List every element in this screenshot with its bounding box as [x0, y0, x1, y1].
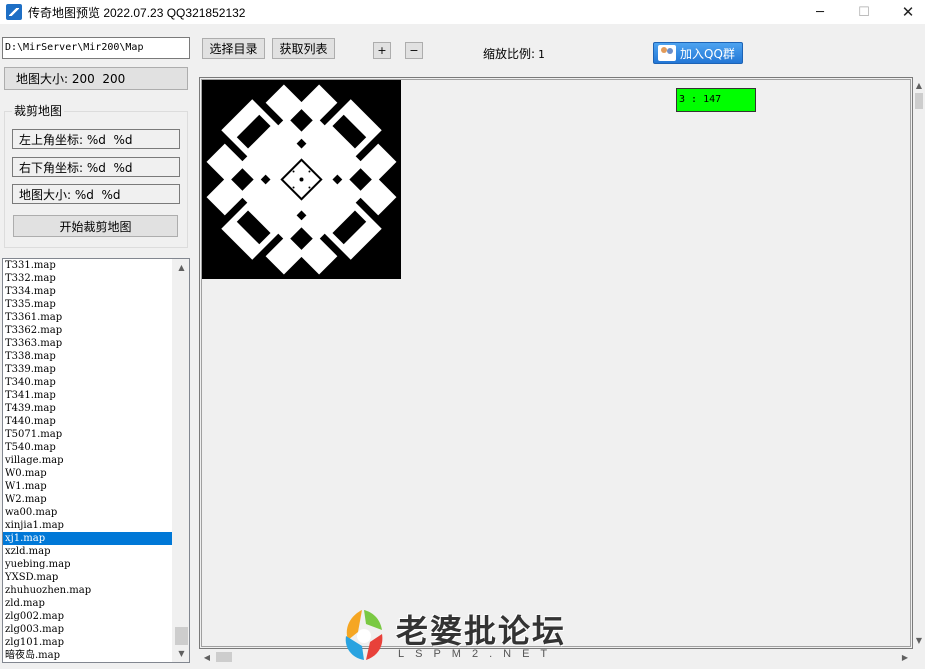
- file-list-item[interactable]: T439.map: [3, 402, 173, 415]
- forum-logo-icon: [345, 610, 383, 660]
- minimize-button[interactable]: ─: [797, 0, 843, 24]
- zoom-ratio: 缩放比例: 1: [483, 45, 545, 62]
- map-vertical-scrollbar[interactable]: ▲ ▼: [913, 77, 925, 649]
- file-list-item[interactable]: T331.map: [3, 259, 173, 272]
- file-list-scrollbar[interactable]: ▲ ▼: [172, 259, 189, 662]
- scroll-up-icon[interactable]: ▲: [913, 77, 925, 94]
- file-list-item[interactable]: T3361.map: [3, 311, 173, 324]
- file-list-item[interactable]: T339.map: [3, 363, 173, 376]
- map-file-list[interactable]: T331.map T332.map T334.map T335.map T3361.ma…: [2, 258, 190, 663]
- file-list-item[interactable]: xinjia1.map: [3, 519, 173, 532]
- select-directory-button[interactable]: 选择目录: [202, 38, 265, 59]
- file-list-item[interactable]: zld.map: [3, 597, 173, 610]
- join-qq-group-button[interactable]: 加入QQ群: [653, 42, 743, 64]
- file-list-item[interactable]: W1.map: [3, 480, 173, 493]
- zoom-ratio-value: 1: [538, 48, 545, 61]
- bottom-right-coord-field: 右下角坐标: %d %d: [12, 157, 180, 177]
- crop-size-field: 地图大小: %d %d: [12, 184, 180, 204]
- file-list-item[interactable]: T334.map: [3, 285, 173, 298]
- file-list-item[interactable]: zlg003.map: [3, 623, 173, 636]
- file-list-item[interactable]: xzld.map: [3, 545, 173, 558]
- file-list-item[interactable]: T3363.map: [3, 337, 173, 350]
- file-list-item[interactable]: T338.map: [3, 350, 173, 363]
- file-list-item[interactable]: T341.map: [3, 389, 173, 402]
- qq-group-icon: [658, 45, 676, 61]
- app-icon: [6, 4, 22, 20]
- fetch-list-button[interactable]: 获取列表: [272, 38, 335, 59]
- file-list-item[interactable]: T335.map: [3, 298, 173, 311]
- file-list-item[interactable]: zlg101.map: [3, 636, 173, 649]
- map-directory-input[interactable]: D:\MirServer\Mir200\Map: [2, 37, 190, 59]
- zoom-ratio-label: 缩放比例:: [483, 47, 536, 61]
- file-list-item[interactable]: xj1.map: [3, 532, 173, 545]
- window-title: 传奇地图预览 2022.07.23 QQ321852132: [28, 5, 246, 20]
- scroll-down-icon[interactable]: ▼: [173, 645, 189, 662]
- map-vertical-scroll-thumb[interactable]: [915, 93, 923, 109]
- top-left-coord-field: 左上角坐标: %d %d: [12, 129, 180, 149]
- map-size-display: 地图大小: 200 200: [4, 67, 188, 90]
- file-list-item[interactable]: T3362.map: [3, 324, 173, 337]
- file-list-item[interactable]: YXSD.map: [3, 571, 173, 584]
- file-list-scroll-thumb[interactable]: [175, 627, 188, 645]
- coordinate-readout: 3 : 147: [676, 88, 756, 112]
- scroll-down-icon[interactable]: ▼: [913, 632, 925, 649]
- file-list-item[interactable]: 暗夜岛.map: [3, 649, 173, 662]
- file-list-item[interactable]: W2.map: [3, 493, 173, 506]
- file-list-item[interactable]: T5071.map: [3, 428, 173, 441]
- file-list-item[interactable]: yuebing.map: [3, 558, 173, 571]
- close-button[interactable]: ✕: [885, 0, 925, 24]
- file-list-item[interactable]: T440.map: [3, 415, 173, 428]
- file-list-item[interactable]: T340.map: [3, 376, 173, 389]
- file-list-item[interactable]: zlg002.map: [3, 610, 173, 623]
- zoom-out-button[interactable]: −: [405, 42, 423, 59]
- scroll-right-icon[interactable]: ▶: [897, 649, 913, 665]
- file-list-item[interactable]: W0.map: [3, 467, 173, 480]
- title-bar: 传奇地图预览 2022.07.23 QQ321852132 ─ ☐ ✕: [0, 0, 925, 24]
- scroll-up-icon[interactable]: ▲: [173, 259, 189, 276]
- file-list-item[interactable]: wa00.map: [3, 506, 173, 519]
- watermark-subtext: LSPM2.NET: [398, 648, 559, 660]
- map-horizontal-scroll-thumb[interactable]: [216, 652, 232, 662]
- zoom-in-button[interactable]: +: [373, 42, 391, 59]
- maximize-button[interactable]: ☐: [841, 0, 887, 24]
- join-qq-group-label: 加入QQ群: [680, 46, 735, 61]
- map-file-items: T331.map T332.map T334.map T335.map T3361.ma…: [3, 259, 173, 662]
- file-list-item[interactable]: T332.map: [3, 272, 173, 285]
- scroll-left-icon[interactable]: ◀: [199, 649, 215, 665]
- start-crop-button[interactable]: 开始裁剪地图: [13, 215, 178, 237]
- file-list-item[interactable]: village.map: [3, 454, 173, 467]
- file-list-item[interactable]: T540.map: [3, 441, 173, 454]
- watermark-text: 老婆批论坛: [396, 612, 567, 650]
- forum-watermark: 老婆批论坛 LSPM2.NET: [336, 606, 596, 666]
- file-list-item[interactable]: zhuhuozhen.map: [3, 584, 173, 597]
- map-preview-image[interactable]: [202, 80, 401, 279]
- crop-map-group-title: 裁剪地图: [12, 102, 65, 119]
